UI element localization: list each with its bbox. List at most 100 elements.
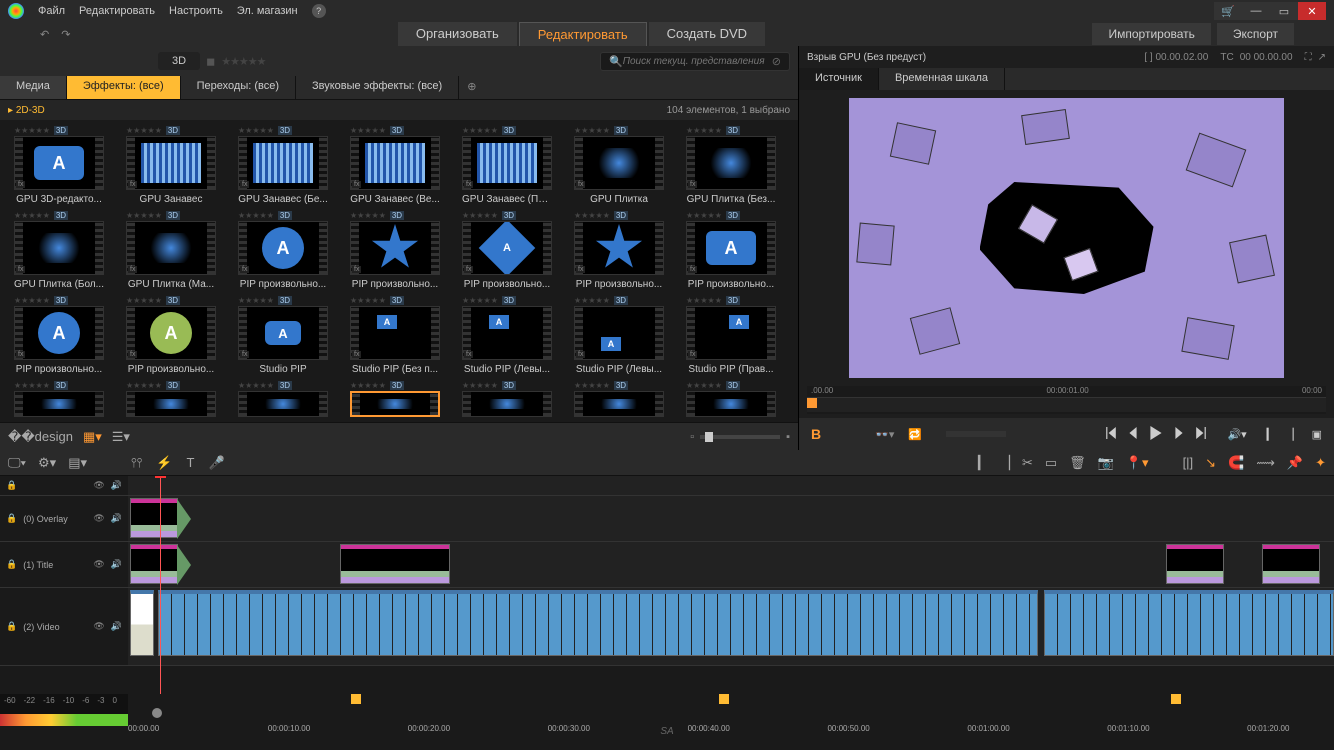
clip-title-4[interactable] (1262, 544, 1320, 584)
effect-thumbnail[interactable]: ★★★★★3DfxAStudio PIP (Левы... (462, 294, 552, 375)
track-header-video[interactable]: 🔒(2) Video 👁🔊 (0, 588, 128, 666)
thumbnail-size-slider[interactable] (700, 435, 780, 439)
tab-preview-timeline[interactable]: Временная шкала (879, 68, 1005, 90)
zoom-out-icon[interactable]: ▫ (690, 431, 694, 443)
menu-file[interactable]: Файл (38, 5, 65, 17)
mark-in-icon[interactable]: ▎ (1267, 428, 1275, 441)
rating-filter[interactable]: ★★★★★ (221, 55, 265, 68)
shuttle-slider[interactable] (946, 431, 1006, 437)
tool-clip-icon[interactable]: ▭ (1045, 455, 1057, 471)
tool-camera-icon[interactable]: 📷 (1098, 455, 1114, 471)
title-lane[interactable] (128, 542, 1334, 588)
mode-edit[interactable]: Редактировать (519, 22, 647, 47)
step-back-icon[interactable] (1127, 427, 1139, 442)
mini-playhead[interactable] (807, 398, 817, 408)
tool-razor-icon[interactable]: ✂ (1022, 455, 1033, 471)
tool-text-icon[interactable]: T (187, 455, 195, 471)
snapshot-icon[interactable]: ▣ (1312, 428, 1322, 441)
video-lane[interactable] (128, 588, 1334, 666)
tool-pin-icon[interactable]: 📌 (1287, 455, 1303, 471)
timeline-marker[interactable] (1171, 694, 1181, 704)
effect-thumbnail[interactable]: ★★★★★3DfxAStudio PIP (Без п... (350, 294, 440, 375)
tool-mic-icon[interactable]: 🎤 (208, 455, 224, 471)
effect-thumbnail[interactable]: ★★★★★3DfxGPU Занавес (126, 124, 216, 205)
undo-icon[interactable]: ↶ (40, 28, 49, 41)
tool-trash-icon[interactable]: 🗑 (1069, 455, 1086, 471)
effect-thumbnail[interactable]: ★★★★★3D (462, 379, 552, 417)
tab-add-icon[interactable]: ⊕ (459, 76, 484, 99)
effect-thumbnail[interactable]: ★★★★★3D (574, 379, 664, 417)
timeline-scale[interactable]: 00:00.0000:00:10.0000:00:20.0000:00:30.0… (128, 694, 1334, 726)
effect-thumbnail[interactable]: ★★★★★3D (686, 379, 776, 417)
clip-title-3[interactable] (1166, 544, 1224, 584)
tool-markout-icon[interactable]: ▕ (1000, 455, 1010, 471)
lock-icon[interactable]: 🔒 (6, 480, 17, 491)
effect-thumbnail[interactable]: ★★★★★3DfxPIP произвольно... (574, 209, 664, 290)
tab-transitions[interactable]: Переходы: (все) (181, 76, 296, 99)
tab-effects[interactable]: Эффекты: (все) (67, 76, 181, 99)
effect-thumbnail[interactable]: ★★★★★3D (350, 379, 440, 417)
tab-source[interactable]: Источник (799, 68, 879, 90)
playhead[interactable] (160, 476, 161, 694)
tool-wand-icon[interactable]: ✦ (1315, 455, 1326, 471)
mark-out-icon[interactable]: ▕ (1285, 428, 1293, 441)
effect-thumbnail[interactable]: ★★★★★3DfxGPU Плитка (Ма... (126, 209, 216, 290)
import-button[interactable]: Импортировать (1092, 23, 1210, 45)
effect-thumbnail[interactable]: ★★★★★3DfxGPU Занавес (По... (462, 124, 552, 205)
maximize-button[interactable]: ▭ (1270, 2, 1298, 20)
go-start-icon[interactable] (1105, 427, 1117, 442)
go-end-icon[interactable] (1195, 427, 1207, 442)
grid-view-icon[interactable]: ▦▾ (83, 429, 102, 445)
tab-media[interactable]: Медиа (0, 76, 67, 99)
eye-icon[interactable]: 👁 (93, 480, 104, 491)
effect-thumbnail[interactable]: ★★★★★3D (238, 379, 328, 417)
effect-thumbnail[interactable]: ★★★★★3DfxAStudio PIP (Прав... (686, 294, 776, 375)
tool-gear-icon[interactable]: ⚙▾ (38, 455, 56, 471)
search-input[interactable] (623, 56, 772, 67)
effect-thumbnail[interactable]: ★★★★★3DfxGPU Занавес (Бе... (238, 124, 328, 205)
library-search[interactable]: 🔍 ⊘ (600, 52, 790, 71)
loop-icon[interactable]: 🔁 (908, 428, 922, 441)
close-button[interactable]: ✕ (1298, 2, 1326, 20)
tool-magnet-icon[interactable]: 🧲 (1228, 455, 1244, 471)
effect-thumbnail[interactable]: ★★★★★3DfxAStudio PIP (238, 294, 328, 375)
effect-thumbnail[interactable]: ★★★★★3DfxGPU Плитка (Бол... (14, 209, 104, 290)
mode-organize[interactable]: Организовать (398, 22, 517, 47)
timeline-scrubber[interactable] (152, 708, 162, 718)
effect-thumbnail[interactable]: ★★★★★3DfxAPIP произвольно... (462, 209, 552, 290)
clip-video-2[interactable] (1044, 590, 1334, 656)
speaker-icon[interactable]: 🔊 (111, 480, 122, 491)
effect-thumbnail[interactable]: ★★★★★3DfxGPU Плитка (574, 124, 664, 205)
minimize-button[interactable]: — (1242, 2, 1270, 20)
timeline-marker[interactable] (719, 694, 729, 704)
effect-thumbnail[interactable]: ★★★★★3DfxAPIP произвольно... (238, 209, 328, 290)
tool-marker-icon[interactable]: 📍▾ (1126, 455, 1149, 471)
undock-icon[interactable]: ↗ (1318, 52, 1326, 63)
step-fwd-icon[interactable] (1173, 427, 1185, 442)
effect-thumbnail[interactable]: ★★★★★3DfxAGPU 3D-редакто... (14, 124, 104, 205)
effect-thumbnail[interactable]: ★★★★★3DfxGPU Плитка (Без... (686, 124, 776, 205)
track-header-overlay[interactable]: 🔒(0) Overlay 👁🔊 (0, 496, 128, 542)
menu-eshop[interactable]: Эл. магазин (237, 5, 298, 17)
redo-icon[interactable]: ↷ (61, 28, 70, 41)
tool-fx-icon[interactable]: ⚡ (156, 455, 172, 471)
nav-toggle-icon[interactable]: ��design (8, 429, 73, 445)
timeline-marker[interactable] (351, 694, 361, 704)
track-header-title[interactable]: 🔒(1) Title 👁🔊 (0, 542, 128, 588)
clip-title-1[interactable] (130, 544, 178, 584)
tool-insert-icon[interactable]: ↘ (1205, 455, 1216, 471)
effect-thumbnail[interactable]: ★★★★★3DfxAPIP произвольно... (686, 209, 776, 290)
search-clear-icon[interactable]: ⊘ (772, 55, 781, 68)
effect-thumbnail[interactable]: ★★★★★3D (14, 379, 104, 417)
export-button[interactable]: Экспорт (1217, 23, 1294, 45)
clip-video-1[interactable] (158, 590, 1038, 656)
menu-edit[interactable]: Редактировать (79, 5, 155, 17)
clip-overlay-1[interactable] (130, 498, 178, 538)
tool-group-icon[interactable]: [|] (1183, 455, 1194, 471)
overlay-lane[interactable] (128, 496, 1334, 542)
effect-thumbnail[interactable]: ★★★★★3D (126, 379, 216, 417)
volume-icon[interactable]: 🔊▾ (1227, 428, 1246, 441)
tool-link-icon[interactable]: ⟿ (1256, 455, 1275, 471)
mode-createdvd[interactable]: Создать DVD (649, 22, 765, 47)
ruler-lane[interactable] (128, 476, 1334, 496)
